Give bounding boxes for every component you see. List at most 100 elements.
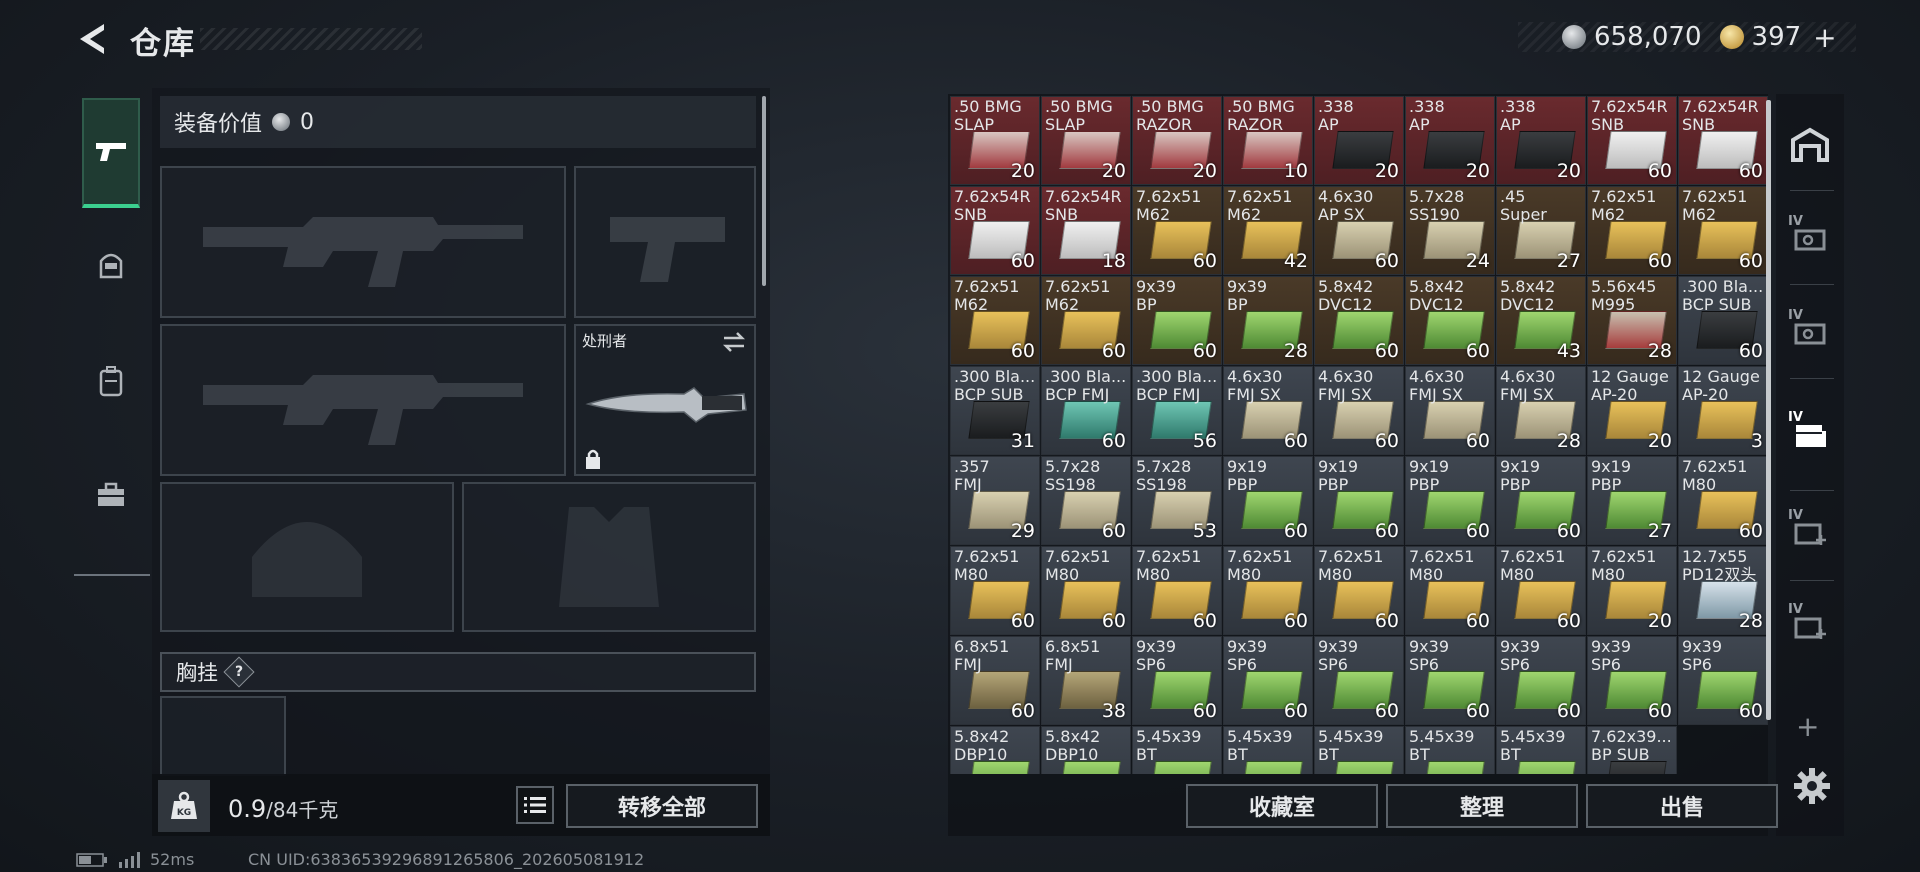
ammo-cell[interactable]: 7.62x51 M80 60 <box>1496 546 1586 635</box>
ammo-cell[interactable]: 6.8x51 FMJ 60 <box>950 636 1040 725</box>
ammo-cell[interactable]: 4.6x30 FMJ SX 28 <box>1496 366 1586 455</box>
ammo-cell[interactable]: .50 BMG RAZOR 10 <box>1223 96 1313 185</box>
ammo-cell[interactable]: .45 Super 27 <box>1496 186 1586 275</box>
ammo-cell[interactable]: .338 AP 20 <box>1314 96 1404 185</box>
ammo-cell[interactable]: 7.62x51 M80 60 <box>1678 456 1768 545</box>
ammo-cell[interactable]: .300 Bla... BCP SUB 31 <box>950 366 1040 455</box>
ammo-cell[interactable]: 9x19 PBP 60 <box>1314 456 1404 545</box>
ammo-cell[interactable]: 9x39 BP 60 <box>1132 276 1222 365</box>
ammo-cell[interactable]: 7.62x51 M80 20 <box>1587 546 1677 635</box>
ammo-cell[interactable]: .50 BMG SLAP 20 <box>950 96 1040 185</box>
ammo-cell[interactable]: .300 Bla... BCP SUB 60 <box>1678 276 1768 365</box>
ammo-cell[interactable]: 9x19 PBP 60 <box>1496 456 1586 545</box>
tab-backpack[interactable] <box>82 352 140 410</box>
ammo-cell[interactable]: 5.7x28 SS198 60 <box>1041 456 1131 545</box>
ammo-cell[interactable]: 7.62x54R SNB 60 <box>950 186 1040 275</box>
ammo-cell[interactable]: 7.62x51 M62 60 <box>1041 276 1131 365</box>
help-icon[interactable]: ? <box>223 656 255 688</box>
storage-tab-iv-2[interactable]: IV <box>1782 304 1838 360</box>
storage-tab-home[interactable] <box>1782 116 1838 172</box>
storage-tab-iv-3[interactable]: IV <box>1782 406 1838 462</box>
ammo-cell[interactable]: 5.56x45 M995 28 <box>1587 276 1677 365</box>
sell-button[interactable]: 出售 <box>1586 784 1778 828</box>
ammo-cell[interactable]: 9x39 SP6 60 <box>1587 636 1677 725</box>
ammo-cell[interactable]: 12 Gauge AP-20 20 <box>1587 366 1677 455</box>
ammo-cell[interactable]: 7.62x51 M62 60 <box>1587 186 1677 275</box>
ammo-cell[interactable]: 7.62x54R SNB 18 <box>1041 186 1131 275</box>
tab-weapons[interactable] <box>82 98 140 208</box>
storage-tab-iv-5[interactable]: IV <box>1782 598 1838 654</box>
storage-tab-iv-4[interactable]: IV <box>1782 504 1838 560</box>
ammo-cell[interactable]: .338 AP 20 <box>1405 96 1495 185</box>
transfer-all-button[interactable]: 转移全部 <box>566 784 758 828</box>
equipment-scrollbar[interactable] <box>762 96 766 286</box>
ammo-cell[interactable]: 6.8x51 FMJ 38 <box>1041 636 1131 725</box>
ammo-cell[interactable]: .357 FMJ 29 <box>950 456 1040 545</box>
ammo-cell[interactable]: 7.62x51 M62 60 <box>950 276 1040 365</box>
ammo-cell[interactable]: .338 AP 20 <box>1496 96 1586 185</box>
tab-case[interactable] <box>82 466 140 524</box>
list-view-button[interactable] <box>516 786 554 824</box>
ammo-cell[interactable]: 7.62x54R SNB 60 <box>1678 96 1768 185</box>
ammo-cell[interactable]: 5.8x42 DVC12 60 <box>1314 276 1404 365</box>
ammo-cell[interactable]: .50 BMG SLAP 20 <box>1041 96 1131 185</box>
secondary-rifle-slot[interactable] <box>160 324 566 476</box>
ammo-cell[interactable]: 9x39 SP6 60 <box>1678 636 1768 725</box>
ammo-cell[interactable]: 5.45x39 BT <box>1405 726 1495 774</box>
ammo-cell[interactable]: 5.45x39 BT <box>1132 726 1222 774</box>
tab-helmet[interactable] <box>82 236 140 294</box>
ammo-cell[interactable]: .300 Bla... BCP FMJ 56 <box>1132 366 1222 455</box>
ammo-cell[interactable]: 7.62x51 M80 60 <box>1041 546 1131 635</box>
secondary-weapon-slot[interactable] <box>574 166 756 318</box>
ammo-cell[interactable]: 9x19 PBP 27 <box>1587 456 1677 545</box>
ammo-cell[interactable]: 12 Gauge AP-20 3 <box>1678 366 1768 455</box>
sort-button[interactable]: 整理 <box>1386 784 1578 828</box>
ammo-cell[interactable]: 7.62x51 M80 60 <box>1223 546 1313 635</box>
ammo-cell[interactable]: 4.6x30 FMJ SX 60 <box>1223 366 1313 455</box>
ammo-cell[interactable]: 5.45x39 BT <box>1223 726 1313 774</box>
chest-rig-slot[interactable] <box>160 696 286 776</box>
ammo-cell[interactable]: 9x39 SP6 60 <box>1496 636 1586 725</box>
collection-room-button[interactable]: 收藏室 <box>1186 784 1378 828</box>
ammo-cell[interactable]: 9x39 SP6 60 <box>1132 636 1222 725</box>
ammo-cell[interactable]: 7.62x51 M80 60 <box>1405 546 1495 635</box>
ammo-cell[interactable]: 7.62x51 M80 60 <box>1314 546 1404 635</box>
add-currency-button[interactable]: + <box>1813 21 1836 54</box>
ammo-cell[interactable]: 4.6x30 FMJ SX 60 <box>1314 366 1404 455</box>
ammo-cell[interactable]: 9x19 PBP 60 <box>1223 456 1313 545</box>
ammo-cell[interactable]: 5.7x28 SS190 24 <box>1405 186 1495 275</box>
ammo-cell[interactable]: 7.62x51 M62 60 <box>1678 186 1768 275</box>
ammo-cell[interactable]: 7.62x54R SNB 60 <box>1587 96 1677 185</box>
ammo-cell[interactable]: .300 Bla... BCP FMJ 60 <box>1041 366 1131 455</box>
storage-tab-iv-1[interactable]: IV <box>1782 210 1838 266</box>
storage-scrollbar[interactable] <box>1766 100 1771 720</box>
ammo-cell[interactable]: 12.7x55 PD12双头 28 <box>1678 546 1768 635</box>
ammo-cell[interactable]: 7.62x51 M80 60 <box>1132 546 1222 635</box>
ammo-cell[interactable]: 5.8x42 DVC12 60 <box>1405 276 1495 365</box>
primary-weapon-slot[interactable] <box>160 166 566 318</box>
armor-slot[interactable] <box>462 482 756 632</box>
ammo-cell[interactable]: 7.62x51 M62 60 <box>1132 186 1222 275</box>
ammo-cell[interactable]: 9x39 SP6 60 <box>1314 636 1404 725</box>
ammo-cell[interactable]: 5.45x39 BT <box>1496 726 1586 774</box>
ammo-cell[interactable]: 5.8x42 DBP10 <box>950 726 1040 774</box>
ammo-cell[interactable]: 5.45x39 BT <box>1314 726 1404 774</box>
ammo-cell[interactable]: 5.7x28 SS198 53 <box>1132 456 1222 545</box>
swap-icon[interactable] <box>722 332 746 352</box>
ammo-cell[interactable]: 9x39 SP6 60 <box>1405 636 1495 725</box>
ammo-cell[interactable]: 5.8x42 DVC12 43 <box>1496 276 1586 365</box>
helmet-slot[interactable] <box>160 482 454 632</box>
ammo-cell[interactable]: 5.8x42 DBP10 <box>1041 726 1131 774</box>
ammo-cell[interactable]: 7.62x51 M80 60 <box>950 546 1040 635</box>
ammo-cell[interactable]: 4.6x30 FMJ SX 60 <box>1405 366 1495 455</box>
ammo-cell[interactable]: 4.6x30 AP SX 60 <box>1314 186 1404 275</box>
ammo-cell[interactable]: 9x39 SP6 60 <box>1223 636 1313 725</box>
ammo-cell[interactable]: 7.62x39... BP SUB <box>1587 726 1677 774</box>
melee-slot[interactable]: 处刑者 <box>574 324 756 476</box>
back-button[interactable] <box>74 20 112 58</box>
add-storage-button[interactable]: + <box>1796 710 1819 743</box>
ammo-cell[interactable]: .50 BMG RAZOR 20 <box>1132 96 1222 185</box>
ammo-cell[interactable]: 7.62x51 M62 42 <box>1223 186 1313 275</box>
ammo-cell[interactable]: 9x39 BP 28 <box>1223 276 1313 365</box>
ammo-cell[interactable]: 9x19 PBP 60 <box>1405 456 1495 545</box>
